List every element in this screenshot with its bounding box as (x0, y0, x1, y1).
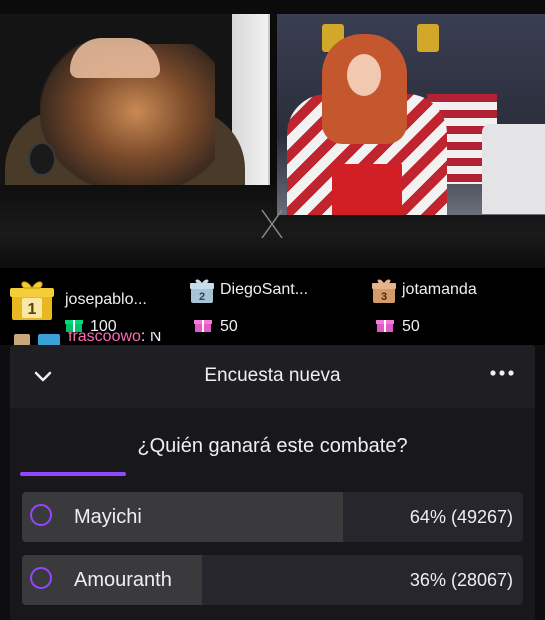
poll-option-bar (22, 492, 343, 542)
svg-text:2: 2 (199, 291, 205, 303)
leaderboard-name: josepablo... (65, 291, 147, 308)
bed (482, 124, 545, 214)
poll-question: ¿Quién ganará este combate? (137, 435, 408, 457)
microphone (28, 142, 56, 176)
stream-left[interactable] (0, 14, 270, 185)
chat-badge-icon (14, 334, 30, 345)
chat-username[interactable]: frascoowo (68, 332, 141, 345)
poll-option[interactable]: Mayichi 64% (49267) (22, 492, 523, 542)
crown-badge-icon (38, 334, 60, 345)
poll-option-label: Amouranth (74, 569, 172, 591)
chat-line: frascoowo: N (68, 332, 161, 345)
more-options-icon[interactable] (489, 367, 515, 379)
leaderboard-entry-1[interactable]: 1 josepablo... 100 (10, 278, 180, 335)
video-player[interactable] (0, 0, 545, 268)
poll-panel: Encuesta nueva ¿Quién ganará este combat… (10, 345, 535, 620)
poll-header: Encuesta nueva (10, 345, 535, 408)
svg-text:3: 3 (381, 291, 387, 303)
poll-timer-bar (20, 472, 126, 476)
versus-icon (261, 209, 283, 239)
chat-message-text: N (149, 332, 162, 345)
heart-hands (70, 38, 160, 78)
radio-button[interactable] (30, 504, 52, 526)
poll-option-label: Mayichi (74, 506, 142, 528)
poll-option-result: 36% (28067) (409, 570, 513, 590)
leaderboard-entry-3[interactable]: 3 jotamanda 50 (372, 278, 532, 335)
poster-sign (417, 24, 439, 52)
gift-rank-2-icon: 2 (190, 279, 214, 303)
gift-rank-1-icon: 1 (10, 281, 54, 320)
stream-right[interactable] (277, 14, 545, 215)
poll-option[interactable]: Amouranth 36% (28067) (22, 555, 523, 605)
radio-button[interactable] (30, 567, 52, 589)
chat-message-partial: frascoowo: N (0, 332, 545, 345)
poll-header-title: Encuesta nueva (204, 365, 341, 386)
poll-option-result: 64% (49267) (409, 507, 513, 527)
leaderboard-entry-2[interactable]: 2 DiegoSant... 50 (190, 278, 350, 335)
streamer-right-face (347, 54, 381, 96)
gift-rank-3-icon: 3 (372, 279, 396, 303)
leaderboard-name: jotamanda (402, 281, 477, 298)
streamer-right-shorts (332, 164, 402, 215)
leaderboard-name: DiegoSant... (220, 281, 309, 298)
svg-text:1: 1 (28, 301, 37, 318)
gift-leaderboard: 1 josepablo... 100 2 DiegoSant... 50 3 j… (0, 268, 545, 335)
